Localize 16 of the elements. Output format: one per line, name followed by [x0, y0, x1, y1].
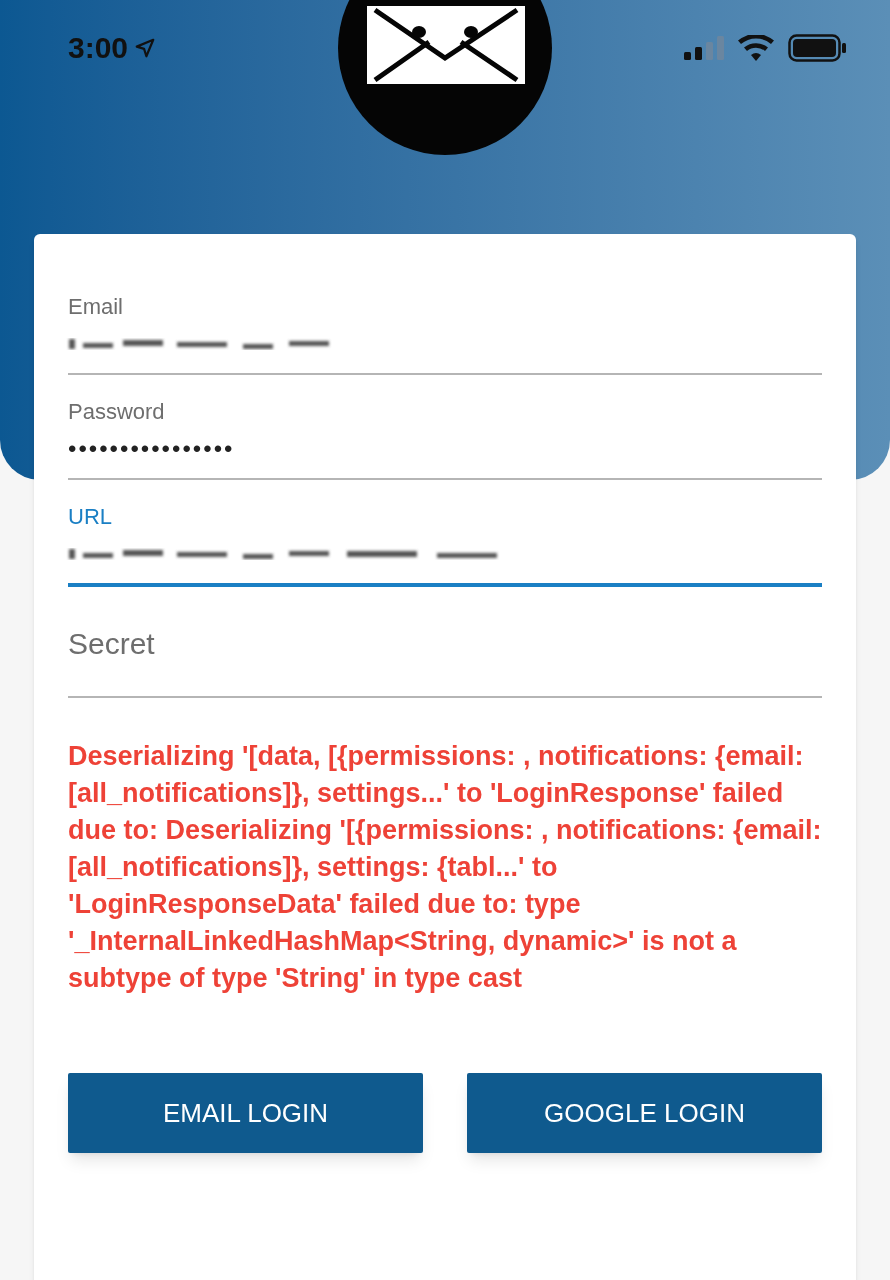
field-label: URL	[68, 503, 113, 531]
input-field[interactable]: URL	[68, 480, 822, 587]
wifi-icon	[738, 34, 774, 61]
field-label: Password	[68, 398, 166, 426]
login-button[interactable]: GOOGLE LOGIN	[467, 1073, 822, 1153]
signal-icon	[684, 35, 724, 60]
input-field[interactable]: Password ••••••••••••••••	[68, 375, 822, 480]
login-button[interactable]: EMAIL LOGIN	[68, 1073, 423, 1153]
password-value: ••••••••••••••••	[68, 434, 236, 464]
battery-icon	[788, 33, 846, 62]
input-field[interactable]: Secret	[68, 587, 822, 698]
error-message: Deserializing '[data, [{permissions: , notifications: {email: [all_notifications]}, settings...' to 'LoginResponse' failed due to: Deserializing '[{permissions: , notifications: {email: [all_notifications]}, settings: {tabl...' to 'LoginResponseData' failed due to: type '_InternalLinkedHashMap<String, dynamic>' is not a subtype of type 'String' in type cast	[68, 740, 822, 995]
input-field[interactable]: Email	[68, 270, 822, 375]
status-time: 3:00	[68, 30, 129, 66]
field-label: Email	[68, 293, 124, 321]
field-placeholder: Secret	[68, 626, 156, 662]
